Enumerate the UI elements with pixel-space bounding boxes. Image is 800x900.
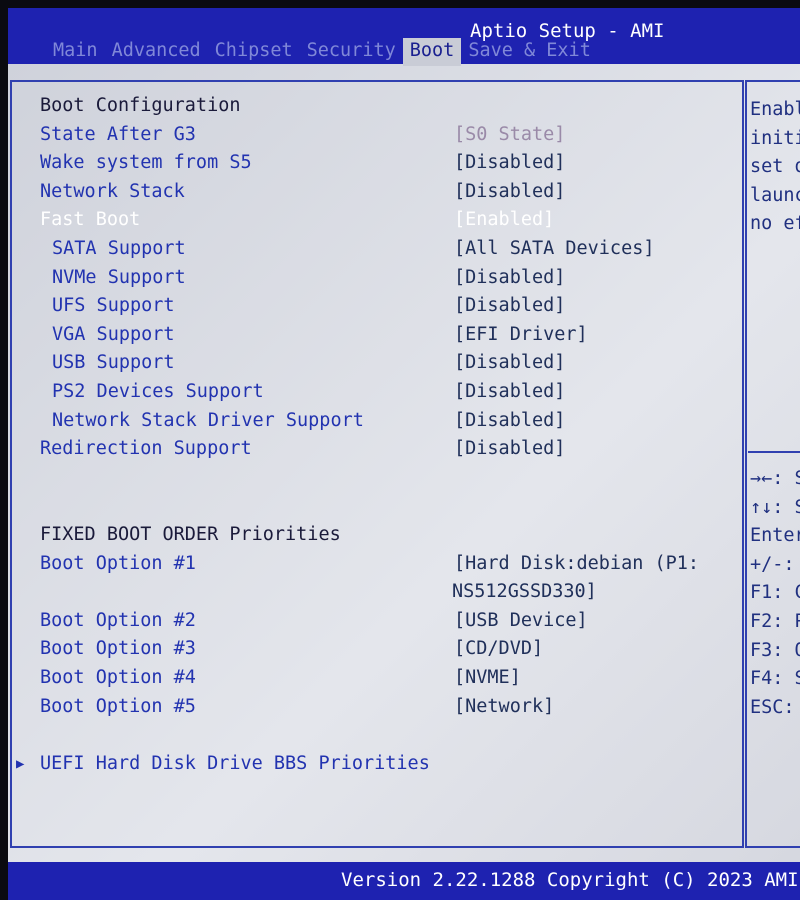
setting-value[interactable]: [Disabled] [454,410,565,431]
tab-boot[interactable]: Boot [402,38,462,66]
version-text: Version 2.22.1288 Copyright (C) 2023 AMI [341,869,799,891]
key-hint: +/-: [750,554,795,575]
setting-label[interactable]: NVMe Support [52,267,186,288]
tab-advanced[interactable]: Advanced [105,38,208,66]
submenu-arrow-icon: ▶ [16,755,25,772]
setting-label[interactable]: Network Stack [40,181,185,202]
setting-value[interactable]: [NVME] [454,668,521,688]
setting-label[interactable]: Network Stack Driver Support [52,410,364,431]
setting-label[interactable]: Boot Option #5 [40,696,196,717]
setting-value[interactable]: [CD/DVD] [454,639,543,659]
tab-save-exit[interactable]: Save & Exit [461,38,598,66]
setting-value[interactable]: NS512GSSD330] [452,582,597,602]
setting-label[interactable]: USB Support [52,353,175,373]
setting-value[interactable]: [Disabled] [454,296,565,316]
setting-value[interactable]: [S0 State] [454,124,565,145]
setting-label[interactable]: Wake system from S5 [40,153,252,173]
setting-value[interactable]: [All SATA Devices] [454,239,654,259]
setting-value[interactable]: [Hard Disk:debian (P1: [454,553,699,574]
setting-label[interactable]: Boot Option #4 [40,668,196,688]
setting-value[interactable]: [Enabled] [454,210,554,230]
key-hint: F1: C [750,583,800,604]
section-heading: FIXED BOOT ORDER Priorities [40,524,341,545]
footer-bar: Version 2.22.1288 Copyright (C) 2023 AMI [8,862,800,900]
tab-security[interactable]: Security [300,38,403,66]
setting-label[interactable]: Boot Option #1 [40,553,196,574]
tab-bar: Main Advanced Chipset Security Boot Save… [46,38,598,66]
help-description-line: set o [750,157,800,178]
key-hint: F2: P [750,612,800,632]
key-hint: F3: O [750,640,800,661]
setting-value[interactable]: [Disabled] [454,267,565,288]
help-description-line: no ef [750,214,800,235]
setting-label[interactable]: Redirection Support [40,439,252,459]
setting-value[interactable]: [Disabled] [454,181,565,202]
key-hint: ESC: [750,697,795,718]
help-description-line: launc [750,185,800,206]
key-hint: →←: S [750,469,800,489]
key-hint: Enter [750,526,800,547]
setting-label[interactable]: Boot Option #3 [40,639,196,659]
setting-value[interactable]: [Network] [454,696,554,717]
setting-value[interactable]: [Disabled] [454,153,565,173]
tab-chipset[interactable]: Chipset [208,38,300,66]
help-description-line: Enabl [750,100,800,120]
setting-label[interactable]: State After G3 [40,124,196,145]
key-hint: ↑↓: S [750,497,800,518]
key-hint: F4: S [750,669,800,690]
help-divider [748,451,800,453]
setting-value[interactable]: [USB Device] [454,610,588,631]
setting-label[interactable]: PS2 Devices Support [52,382,264,402]
setting-value[interactable]: [Disabled] [454,439,565,459]
tab-main[interactable]: Main [46,38,105,66]
setting-label[interactable]: Fast Boot [40,210,140,230]
setting-label[interactable]: SATA Support [52,239,186,259]
setting-value[interactable]: [Disabled] [454,353,565,373]
section-heading: Boot Configuration [40,95,241,116]
setting-label[interactable]: UFS Support [52,296,175,316]
help-description-line: initi [750,128,800,149]
setting-label[interactable]: VGA Support [52,324,175,345]
submenu-item[interactable]: UEFI Hard Disk Drive BBS Priorities [40,753,430,774]
setting-value[interactable]: [EFI Driver] [454,324,588,345]
setting-label[interactable]: Boot Option #2 [40,610,196,631]
setting-value[interactable]: [Disabled] [454,382,565,402]
